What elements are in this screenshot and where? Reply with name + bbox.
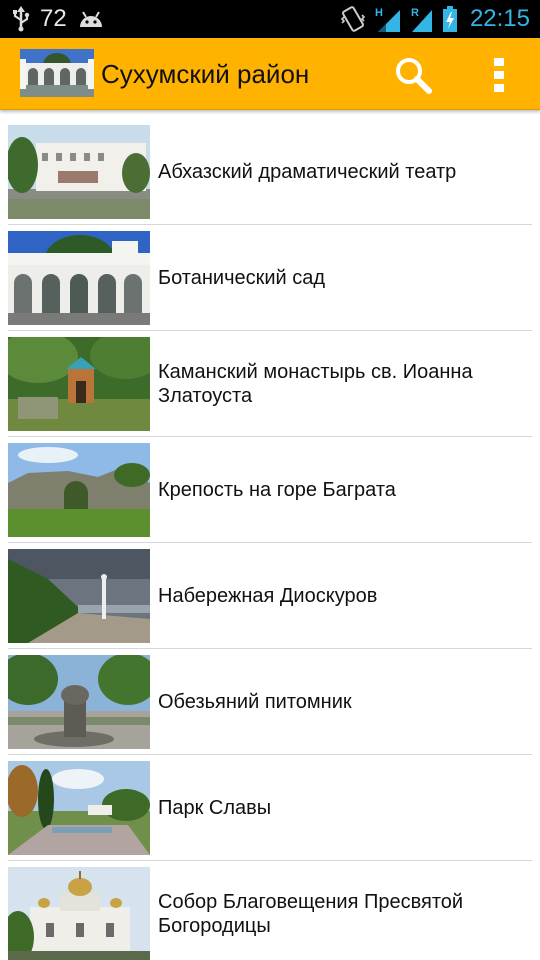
place-photo [8, 761, 150, 855]
battery-percent: 72 [40, 5, 67, 32]
place-name: Ботанический сад [158, 267, 326, 289]
place-photo [8, 443, 150, 537]
list-item[interactable]: Каманский монастырь св. Иоанна Златоуста [0, 331, 540, 437]
place-name: Крепость на горе Баграта [158, 479, 396, 501]
action-bar: Сухумский район [0, 38, 540, 110]
page-title: Сухумский район [101, 59, 310, 89]
place-name: Парк Славы [158, 797, 272, 819]
signal-r-icon: R [410, 5, 434, 33]
signal-h-icon: H [374, 5, 402, 33]
list-item[interactable]: Абхазский драматический театр [0, 119, 540, 225]
search-button[interactable] [392, 54, 434, 96]
vibrate-icon [340, 5, 366, 33]
battery-charging-icon [442, 5, 458, 33]
place-name: Абхазский драматический театр [158, 161, 457, 183]
status-bar: 72 H R 22:15 [0, 0, 540, 38]
place-photo [8, 655, 150, 749]
search-icon [393, 55, 433, 95]
places-list: Абхазский драматический театр Ботаническ… [0, 119, 540, 960]
overflow-menu-icon [492, 56, 506, 94]
place-photo [8, 337, 150, 431]
list-item[interactable]: Обезьяний питомник [0, 649, 540, 755]
list-item[interactable]: Ботанический сад [0, 225, 540, 331]
place-photo [8, 231, 150, 325]
place-photo [8, 125, 150, 219]
place-name: Обезьяний питомник [158, 691, 352, 713]
place-photo [8, 867, 150, 960]
list-item[interactable]: Собор Благовещения Пресвятой Богородицы [0, 861, 540, 960]
place-name: Собор Благовещения Пресвятой Богородицы [158, 891, 464, 937]
place-name: Каманский монастырь св. Иоанна Златоуста [158, 361, 473, 407]
list-item[interactable]: Парк Славы [0, 755, 540, 861]
place-name: Набережная Диоскуров [158, 585, 378, 607]
usb-icon [12, 6, 30, 32]
list-item[interactable]: Крепость на горе Баграта [0, 437, 540, 543]
svg-text:R: R [411, 7, 419, 19]
android-icon [77, 9, 105, 29]
svg-text:H: H [375, 7, 383, 19]
place-photo [8, 549, 150, 643]
overflow-menu-button[interactable] [480, 54, 518, 96]
clock: 22:15 [469, 5, 530, 32]
list-item[interactable]: Набережная Диоскуров [0, 543, 540, 649]
app-logo[interactable] [20, 49, 94, 97]
